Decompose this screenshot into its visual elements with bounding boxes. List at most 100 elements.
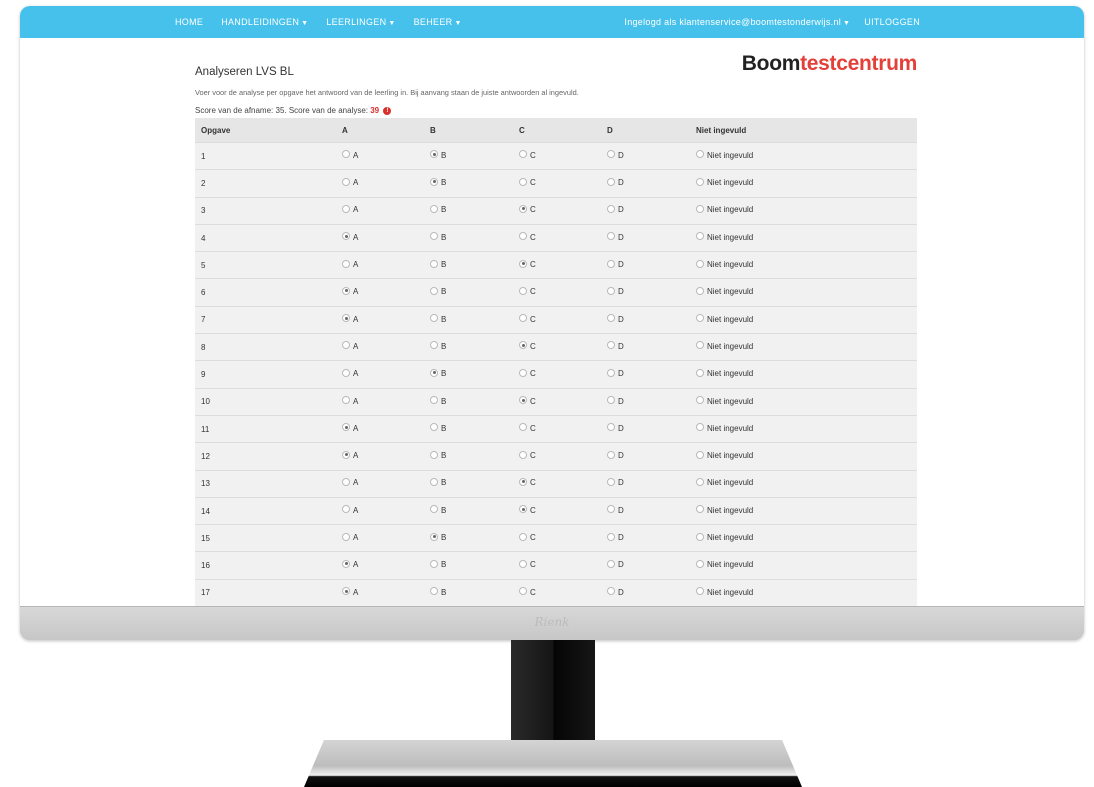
- option-d-radio[interactable]: D: [607, 259, 624, 269]
- option-d-radio[interactable]: D: [607, 559, 624, 569]
- radio-icon[interactable]: [342, 150, 350, 159]
- option-b-radio[interactable]: B: [430, 259, 446, 269]
- option-d-radio[interactable]: D: [607, 232, 624, 242]
- radio-icon[interactable]: [607, 341, 615, 350]
- option-n-radio[interactable]: Niet ingevuld: [696, 396, 753, 406]
- radio-icon[interactable]: [607, 286, 615, 295]
- radio-icon[interactable]: [430, 368, 438, 377]
- option-d-radio[interactable]: D: [607, 423, 624, 433]
- radio-icon[interactable]: [607, 232, 615, 241]
- option-c-radio[interactable]: C: [519, 286, 536, 296]
- radio-icon[interactable]: [342, 204, 350, 213]
- option-a-radio[interactable]: A: [342, 314, 358, 324]
- option-c-radio[interactable]: C: [519, 259, 536, 269]
- radio-icon[interactable]: [696, 368, 704, 377]
- option-n-radio[interactable]: Niet ingevuld: [696, 177, 753, 187]
- radio-icon[interactable]: [607, 368, 615, 377]
- option-b-radio[interactable]: B: [430, 505, 446, 515]
- option-a-radio[interactable]: A: [342, 259, 358, 269]
- option-n-radio[interactable]: Niet ingevuld: [696, 286, 753, 296]
- nav-handleidingen[interactable]: HANDLEIDINGEN ▼: [221, 17, 308, 27]
- radio-icon[interactable]: [342, 423, 350, 432]
- radio-icon[interactable]: [430, 587, 438, 596]
- radio-icon[interactable]: [607, 259, 615, 268]
- option-b-radio[interactable]: B: [430, 177, 446, 187]
- option-c-radio[interactable]: C: [519, 341, 536, 351]
- option-d-radio[interactable]: D: [607, 396, 624, 406]
- radio-icon[interactable]: [607, 204, 615, 213]
- radio-icon[interactable]: [519, 423, 527, 432]
- radio-icon[interactable]: [607, 587, 615, 596]
- option-d-radio[interactable]: D: [607, 450, 624, 460]
- option-b-radio[interactable]: B: [430, 423, 446, 433]
- radio-icon[interactable]: [430, 286, 438, 295]
- radio-icon[interactable]: [696, 204, 704, 213]
- radio-icon[interactable]: [519, 505, 527, 514]
- radio-icon[interactable]: [607, 450, 615, 459]
- radio-icon[interactable]: [696, 587, 704, 596]
- radio-icon[interactable]: [607, 505, 615, 514]
- radio-icon[interactable]: [430, 177, 438, 186]
- option-b-radio[interactable]: B: [430, 396, 446, 406]
- radio-icon[interactable]: [519, 204, 527, 213]
- option-b-radio[interactable]: B: [430, 232, 446, 242]
- user-menu[interactable]: Ingelogd als klantenservice@boomtestonde…: [624, 17, 850, 27]
- option-n-radio[interactable]: Niet ingevuld: [696, 423, 753, 433]
- option-n-radio[interactable]: Niet ingevuld: [696, 368, 753, 378]
- radio-icon[interactable]: [696, 177, 704, 186]
- option-b-radio[interactable]: B: [430, 341, 446, 351]
- option-c-radio[interactable]: C: [519, 204, 536, 214]
- option-c-radio[interactable]: C: [519, 450, 536, 460]
- option-c-radio[interactable]: C: [519, 150, 536, 160]
- option-a-radio[interactable]: A: [342, 423, 358, 433]
- radio-icon[interactable]: [342, 505, 350, 514]
- option-a-radio[interactable]: A: [342, 559, 358, 569]
- radio-icon[interactable]: [519, 532, 527, 541]
- radio-icon[interactable]: [342, 177, 350, 186]
- nav-leerlingen[interactable]: LEERLINGEN ▼: [326, 17, 395, 27]
- option-c-radio[interactable]: C: [519, 423, 536, 433]
- option-b-radio[interactable]: B: [430, 559, 446, 569]
- radio-icon[interactable]: [342, 587, 350, 596]
- option-n-radio[interactable]: Niet ingevuld: [696, 314, 753, 324]
- option-b-radio[interactable]: B: [430, 286, 446, 296]
- radio-icon[interactable]: [519, 450, 527, 459]
- option-d-radio[interactable]: D: [607, 587, 624, 597]
- option-a-radio[interactable]: A: [342, 368, 358, 378]
- option-c-radio[interactable]: C: [519, 177, 536, 187]
- radio-icon[interactable]: [430, 423, 438, 432]
- radio-icon[interactable]: [519, 150, 527, 159]
- radio-icon[interactable]: [430, 150, 438, 159]
- radio-icon[interactable]: [342, 450, 350, 459]
- radio-icon[interactable]: [430, 559, 438, 568]
- radio-icon[interactable]: [430, 232, 438, 241]
- option-c-radio[interactable]: C: [519, 532, 536, 542]
- radio-icon[interactable]: [519, 368, 527, 377]
- radio-icon[interactable]: [696, 341, 704, 350]
- radio-icon[interactable]: [696, 150, 704, 159]
- option-b-radio[interactable]: B: [430, 150, 446, 160]
- radio-icon[interactable]: [607, 396, 615, 405]
- radio-icon[interactable]: [519, 314, 527, 323]
- option-c-radio[interactable]: C: [519, 232, 536, 242]
- radio-icon[interactable]: [696, 532, 704, 541]
- option-b-radio[interactable]: B: [430, 477, 446, 487]
- option-b-radio[interactable]: B: [430, 532, 446, 542]
- option-n-radio[interactable]: Niet ingevuld: [696, 559, 753, 569]
- option-c-radio[interactable]: C: [519, 368, 536, 378]
- radio-icon[interactable]: [696, 232, 704, 241]
- option-d-radio[interactable]: D: [607, 150, 624, 160]
- option-a-radio[interactable]: A: [342, 286, 358, 296]
- radio-icon[interactable]: [696, 423, 704, 432]
- radio-icon[interactable]: [519, 177, 527, 186]
- radio-icon[interactable]: [342, 341, 350, 350]
- radio-icon[interactable]: [519, 259, 527, 268]
- radio-icon[interactable]: [696, 396, 704, 405]
- radio-icon[interactable]: [430, 505, 438, 514]
- option-b-radio[interactable]: B: [430, 587, 446, 597]
- logout-link[interactable]: UITLOGGEN: [864, 17, 920, 27]
- radio-icon[interactable]: [696, 559, 704, 568]
- option-c-radio[interactable]: C: [519, 505, 536, 515]
- radio-icon[interactable]: [342, 232, 350, 241]
- radio-icon[interactable]: [519, 341, 527, 350]
